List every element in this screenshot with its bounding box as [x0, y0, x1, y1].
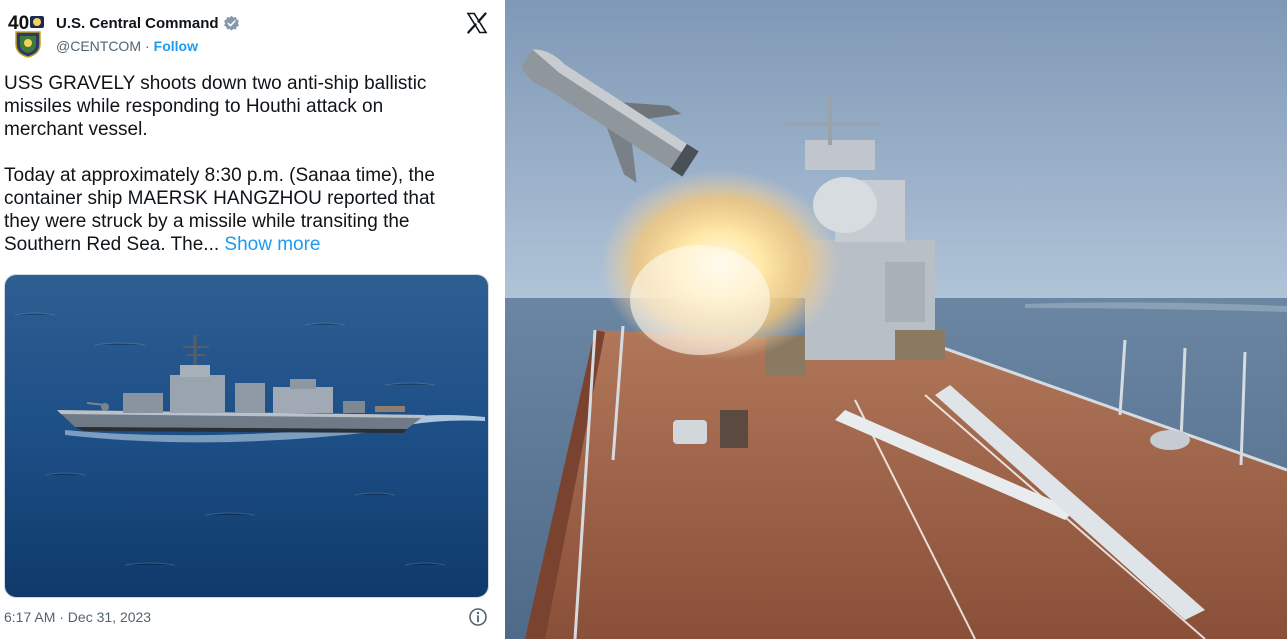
account-avatar[interactable]: 40 — [8, 10, 48, 58]
missile-launch-scene — [505, 0, 1287, 639]
follow-button[interactable]: Follow — [154, 38, 198, 54]
tweet-text-line: merchant vessel. — [4, 119, 148, 140]
tweet-text-line: missiles while responding to Houthi atta… — [4, 96, 384, 117]
tweet-text-line: USS GRAVELY shoots down two anti-ship ba… — [4, 73, 427, 94]
x-logo-icon[interactable] — [465, 11, 489, 35]
destroyer-at-sea-photo — [5, 275, 488, 597]
tweet-card: 40 U.S. Central Command @CENTCOM · Follo… — [0, 0, 500, 639]
handle-row: @CENTCOM · Follow — [56, 38, 198, 54]
tweet-text-line: they were struck by a missile while tran… — [4, 211, 410, 232]
tweet-text-line: Southern Red Sea. The... — [4, 234, 220, 255]
tweet-text-line-last: Southern Red Sea. The... Show more — [4, 233, 484, 256]
account-name-row: U.S. Central Command — [56, 15, 240, 32]
separator-dot: · — [144, 38, 150, 54]
tweet-text: USS GRAVELY shoots down two anti-ship ba… — [4, 72, 484, 256]
centcom-logo: 40 — [8, 13, 44, 58]
account-name[interactable]: U.S. Central Command — [56, 15, 219, 32]
verified-badge-icon — [223, 15, 239, 31]
missile-launch-photo — [505, 0, 1287, 639]
account-handle[interactable]: @CENTCOM — [56, 38, 141, 54]
show-more-link[interactable]: Show more — [224, 234, 320, 255]
tweet-media-image[interactable] — [4, 274, 489, 598]
tweet-text-line: container ship MAERSK HANGZHOU reported … — [4, 188, 435, 209]
tweet-text-line: Today at approximately 8:30 p.m. (Sanaa … — [4, 165, 435, 186]
info-icon[interactable] — [468, 607, 488, 627]
anniversary-badge-text: 40 — [8, 13, 29, 34]
timestamp[interactable]: 6:17 AM · Dec 31, 2023 — [4, 609, 151, 625]
